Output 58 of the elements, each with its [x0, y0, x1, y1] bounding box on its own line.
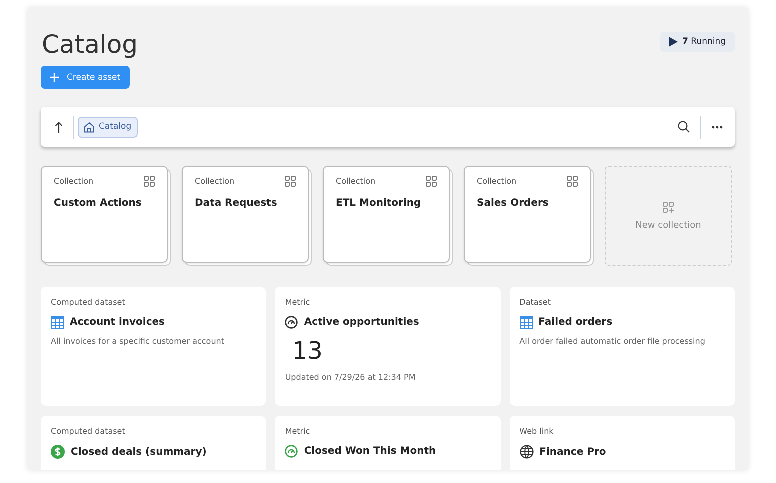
- asset-card[interactable]: Computed dataset Closed deals (summary): [41, 416, 266, 470]
- collection-type: Collection: [336, 177, 376, 186]
- asset-card[interactable]: Metric Closed Won This Month: [275, 416, 501, 470]
- asset-type: Computed dataset: [51, 298, 126, 307]
- plus-icon: [50, 73, 59, 82]
- collection-name: ETL Monitoring: [336, 198, 422, 209]
- metric-value: 13: [292, 337, 324, 365]
- more-button[interactable]: [712, 126, 723, 128]
- globe-icon: [520, 445, 534, 459]
- collection-type: Collection: [195, 177, 235, 186]
- asset-type: Web link: [520, 427, 555, 436]
- asset-card[interactable]: Dataset Failed orders All order failed automatic order file processing: [510, 287, 735, 406]
- collection-card[interactable]: Collection ETL Monitoring: [323, 166, 450, 263]
- asset-name: Closed Won This Month: [304, 446, 436, 457]
- asset-type: Computed dataset: [51, 427, 126, 436]
- collection-card[interactable]: Collection Data Requests: [182, 166, 309, 263]
- asset-name: Active opportunities: [304, 317, 420, 328]
- asset-card[interactable]: Web link Finance Pro: [510, 416, 735, 470]
- up-arrow-icon: [55, 122, 63, 132]
- asset-description: All order failed automatic order file processing: [520, 337, 706, 346]
- collection-name: Data Requests: [195, 198, 278, 209]
- asset-name: Failed orders: [538, 317, 613, 328]
- gauge-icon: [285, 316, 298, 329]
- asset-name: Account invoices: [70, 317, 165, 328]
- dollar-icon: [51, 445, 65, 459]
- asset-type: Metric: [285, 427, 312, 436]
- grid-plus-icon: [663, 202, 674, 212]
- up-arrow-button[interactable]: [55, 122, 63, 132]
- asset-card[interactable]: Metric Active opportunities 13 Updated on 7/29/26 at 12:34 PM: [275, 287, 501, 406]
- collection-type: Collection: [477, 177, 517, 186]
- table-icon: [51, 316, 64, 329]
- updated-text: Updated on 7/29/26 at 12:34 PM: [285, 373, 417, 382]
- collection-type: Collection: [54, 177, 94, 186]
- collection-name: Custom Actions: [54, 198, 143, 209]
- asset-description: All invoices for a specific customer account: [51, 337, 226, 346]
- grid-icon: [426, 176, 437, 187]
- gauge-icon: [285, 445, 298, 458]
- page-title: Catalog: [42, 30, 138, 59]
- play-icon: [668, 37, 678, 47]
- collection-name: Sales Orders: [477, 198, 550, 209]
- home-icon: [84, 122, 95, 132]
- collection-card[interactable]: Collection Custom Actions: [41, 166, 168, 263]
- asset-name: Closed deals (summary): [71, 446, 207, 458]
- asset-type: Metric: [285, 298, 312, 307]
- asset-card[interactable]: Computed dataset Account invoices All invoices for a specific customer account: [41, 287, 266, 406]
- table-icon: [520, 316, 533, 329]
- breadcrumb-chip[interactable]: Catalog: [78, 116, 138, 138]
- collection-card[interactable]: Collection Sales Orders: [464, 166, 591, 263]
- running-badge[interactable]: 7 Running: [660, 32, 735, 52]
- grid-icon: [285, 176, 296, 187]
- running-count: 7 Running: [682, 37, 726, 47]
- more-icon: [712, 126, 723, 128]
- asset-name: Finance Pro: [540, 446, 606, 458]
- asset-type: Dataset: [520, 298, 552, 307]
- grid-icon: [567, 176, 578, 187]
- search-button[interactable]: [678, 121, 690, 133]
- grid-icon: [144, 176, 155, 187]
- search-icon: [678, 121, 690, 133]
